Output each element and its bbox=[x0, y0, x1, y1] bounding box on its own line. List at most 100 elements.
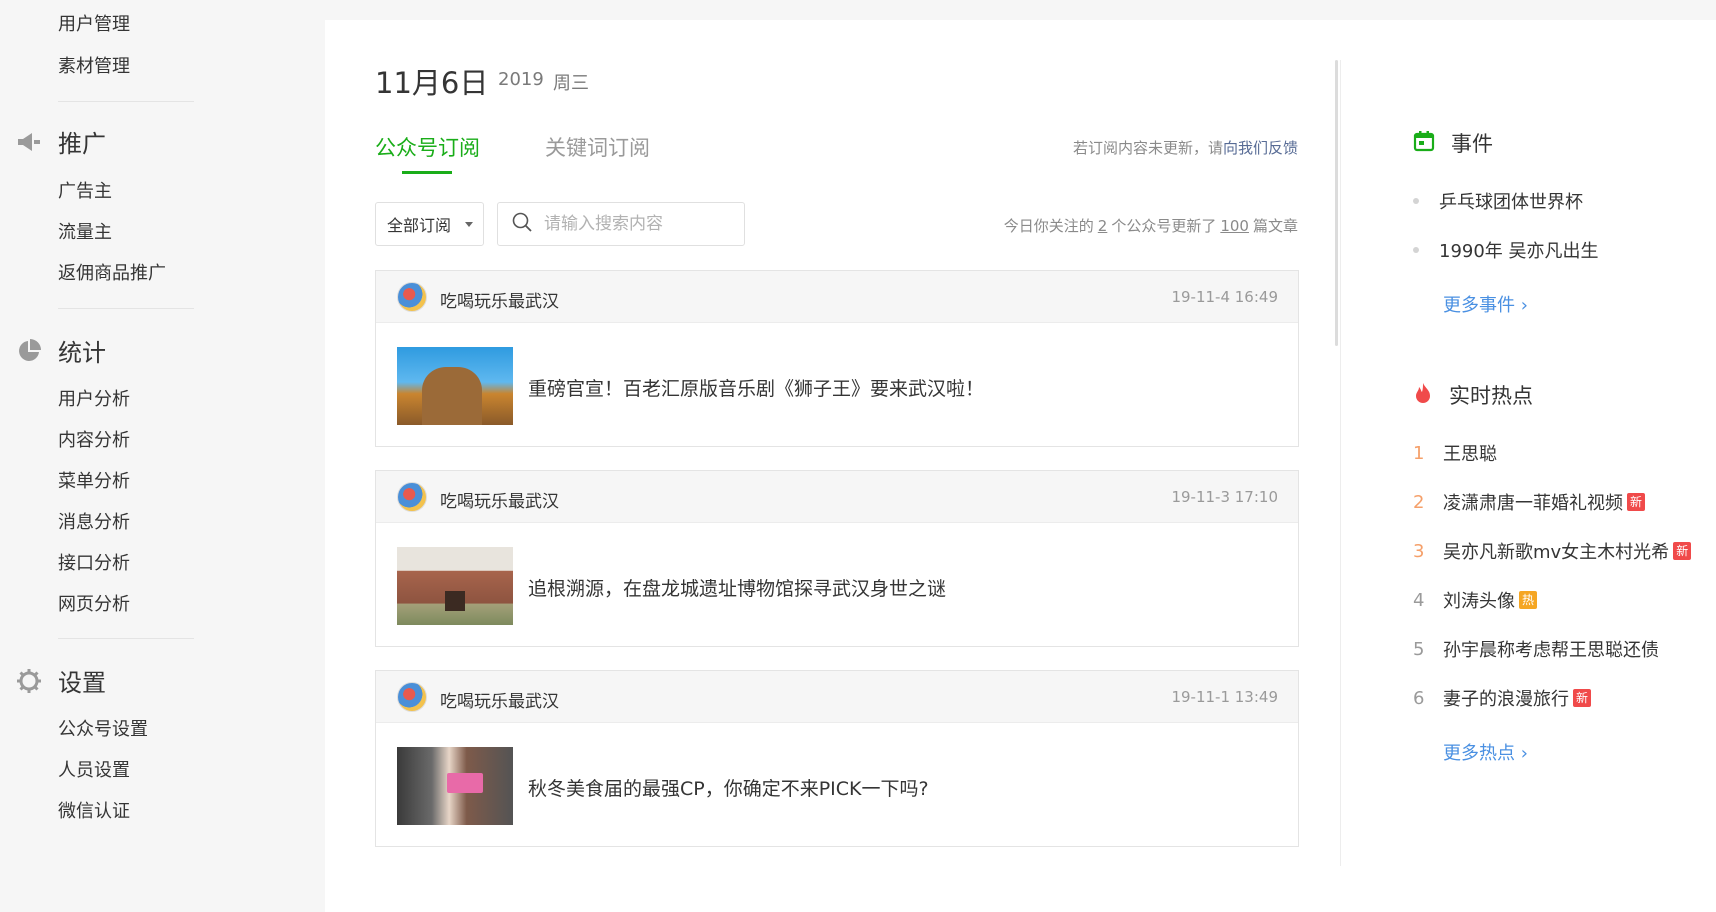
sidebar-divider bbox=[58, 308, 194, 309]
sidebar-item-staff-settings[interactable]: 人员设置 bbox=[58, 756, 130, 782]
events-title: 事件 bbox=[1451, 132, 1493, 156]
hot-topic-text: 吴亦凡新歌mv女主木村光希 bbox=[1443, 542, 1670, 563]
article-author[interactable]: 吃喝玩乐最武汉 bbox=[440, 287, 559, 312]
event-text: 1990年 吴亦凡出生 bbox=[1439, 241, 1599, 262]
sidebar-divider bbox=[58, 638, 194, 639]
account-avatar[interactable] bbox=[397, 482, 427, 512]
feedback-link[interactable]: 向我们反馈 bbox=[1223, 139, 1298, 157]
article-author[interactable]: 吃喝玩乐最武汉 bbox=[440, 687, 559, 712]
article-title[interactable]: 秋冬美食届的最强CP，你确定不来PICK一下吗? bbox=[528, 774, 929, 801]
stats-article-count[interactable]: 100 bbox=[1220, 217, 1249, 235]
feedback-notice: 若订阅内容未更新，请向我们反馈 bbox=[1073, 137, 1298, 158]
sidebar-section-title: 设置 bbox=[58, 669, 106, 697]
article-header: 吃喝玩乐最武汉 19-11-1 13:49 bbox=[376, 671, 1298, 723]
sidebar-section-statistics: 统计 bbox=[16, 333, 106, 368]
sidebar-item-web-analysis[interactable]: 网页分析 bbox=[58, 590, 130, 616]
article-title[interactable]: 重磅官宣！百老汇原版音乐剧《狮子王》要来武汉啦！ bbox=[528, 374, 984, 401]
scrollbar[interactable] bbox=[1335, 60, 1338, 346]
tab-keyword-subscription[interactable]: 关键词订阅 bbox=[545, 132, 650, 162]
megaphone-icon bbox=[16, 129, 42, 155]
hot-topic-item[interactable]: 2 凌潇肃唐一菲婚礼视频 新 bbox=[1413, 489, 1646, 515]
hot-topic-item[interactable]: 5 孙宇晨称考虑帮王思聪还债 bbox=[1413, 636, 1659, 662]
sidebar-item-api-analysis[interactable]: 接口分析 bbox=[58, 549, 130, 575]
article-title[interactable]: 追根溯源，在盘龙城遗址博物馆探寻武汉身世之谜 bbox=[528, 574, 946, 601]
hot-topics-title: 实时热点 bbox=[1449, 384, 1533, 408]
stats-prefix: 今日你关注的 bbox=[1003, 217, 1094, 235]
article-header: 吃喝玩乐最武汉 19-11-4 16:49 bbox=[376, 271, 1298, 323]
sidebar-section-settings: 设置 bbox=[16, 663, 106, 698]
article-thumbnail[interactable] bbox=[397, 347, 513, 425]
hot-topic-item[interactable]: 4 刘涛头像 热 bbox=[1413, 587, 1538, 613]
sidebar: 用户管理 素材管理 推广 广告主 流量主 返佣商品推广 统计 用户分析 内容分析… bbox=[0, 0, 296, 912]
sidebar-section-title: 统计 bbox=[58, 339, 106, 367]
sidebar-item-material-management[interactable]: 素材管理 bbox=[58, 52, 130, 78]
column-divider bbox=[1340, 60, 1341, 866]
hot-topic-text: 刘涛头像 bbox=[1443, 591, 1515, 612]
active-tab-indicator bbox=[402, 171, 452, 174]
sidebar-item-commission[interactable]: 返佣商品推广 bbox=[58, 259, 166, 285]
pie-chart-icon bbox=[16, 338, 42, 364]
sidebar-item-advertiser[interactable]: 广告主 bbox=[58, 177, 112, 203]
bullet-dot bbox=[1413, 198, 1419, 204]
search-icon bbox=[512, 212, 532, 236]
search-box[interactable] bbox=[497, 202, 745, 246]
hot-badge: 热 bbox=[1519, 591, 1538, 609]
sidebar-item-menu-analysis[interactable]: 菜单分析 bbox=[58, 467, 130, 493]
sidebar-item-publisher[interactable]: 流量主 bbox=[58, 218, 112, 244]
more-events-link[interactable]: 更多事件 › bbox=[1443, 291, 1528, 317]
subscription-filter-select[interactable]: 全部订阅 bbox=[375, 202, 484, 246]
hot-rank: 3 bbox=[1413, 540, 1425, 562]
sidebar-item-user-analysis[interactable]: 用户分析 bbox=[58, 385, 130, 411]
sidebar-item-user-management[interactable]: 用户管理 bbox=[58, 10, 130, 36]
hot-topic-text: 孙宇晨称考虑帮王思聪还债 bbox=[1443, 640, 1659, 661]
stats-middle: 个公众号更新了 bbox=[1111, 217, 1217, 235]
events-header: 事件 bbox=[1413, 128, 1493, 158]
sidebar-item-wechat-verification[interactable]: 微信认证 bbox=[58, 797, 130, 823]
sidebar-item-message-analysis[interactable]: 消息分析 bbox=[58, 508, 130, 534]
select-value: 全部订阅 bbox=[387, 216, 452, 235]
hot-topic-item[interactable]: 6 妻子的浪漫旅行 新 bbox=[1413, 685, 1592, 711]
new-badge: 新 bbox=[1627, 493, 1646, 511]
hot-topic-item[interactable]: 1 王思聪 bbox=[1413, 440, 1497, 466]
hot-rank: 2 bbox=[1413, 491, 1425, 513]
hot-rank: 4 bbox=[1413, 589, 1425, 611]
hot-topic-text: 妻子的浪漫旅行 bbox=[1443, 689, 1569, 710]
sidebar-item-account-settings[interactable]: 公众号设置 bbox=[58, 715, 148, 741]
new-badge: 新 bbox=[1673, 542, 1692, 560]
article-time: 19-11-4 16:49 bbox=[1171, 288, 1278, 306]
article-card[interactable]: 吃喝玩乐最武汉 19-11-1 13:49 秋冬美食届的最强CP，你确定不来PI… bbox=[375, 670, 1299, 847]
stats-account-count[interactable]: 2 bbox=[1098, 217, 1108, 235]
sidebar-divider bbox=[58, 101, 194, 102]
article-card[interactable]: 吃喝玩乐最武汉 19-11-4 16:49 重磅官宣！百老汇原版音乐剧《狮子王》… bbox=[375, 270, 1299, 447]
stats-suffix: 篇文章 bbox=[1252, 217, 1298, 235]
article-thumbnail[interactable] bbox=[397, 747, 513, 825]
sidebar-item-content-analysis[interactable]: 内容分析 bbox=[58, 426, 130, 452]
hot-topic-text: 王思聪 bbox=[1443, 444, 1497, 465]
new-badge: 新 bbox=[1573, 689, 1592, 707]
article-author[interactable]: 吃喝玩乐最武汉 bbox=[440, 487, 559, 512]
caret-down-icon bbox=[465, 222, 473, 227]
calendar-icon bbox=[1413, 130, 1435, 156]
sidebar-section-title: 推广 bbox=[58, 130, 106, 158]
hot-topics-header: 实时热点 bbox=[1413, 380, 1533, 410]
article-time: 19-11-1 13:49 bbox=[1171, 688, 1278, 706]
tab-account-subscription[interactable]: 公众号订阅 bbox=[375, 132, 480, 162]
article-time: 19-11-3 17:10 bbox=[1171, 488, 1278, 506]
date-title: 11月6日 bbox=[375, 66, 489, 100]
gear-icon bbox=[16, 668, 42, 694]
account-avatar[interactable] bbox=[397, 282, 427, 312]
event-item[interactable]: 乒乓球团体世界杯 bbox=[1413, 188, 1583, 214]
sidebar-section-promotion: 推广 bbox=[16, 124, 106, 159]
search-input[interactable] bbox=[544, 214, 724, 234]
hot-topic-text: 凌潇肃唐一菲婚礼视频 bbox=[1443, 493, 1623, 514]
hot-topic-item[interactable]: 3 吴亦凡新歌mv女主木村光希 新 bbox=[1413, 538, 1692, 564]
more-hot-topics-link[interactable]: 更多热点 › bbox=[1443, 739, 1528, 765]
event-item[interactable]: 1990年 吴亦凡出生 bbox=[1413, 237, 1599, 263]
article-thumbnail[interactable] bbox=[397, 547, 513, 625]
feedback-text: 若订阅内容未更新，请 bbox=[1072, 139, 1223, 157]
update-stats: 今日你关注的 2 个公众号更新了 100 篇文章 bbox=[1004, 215, 1298, 236]
article-card[interactable]: 吃喝玩乐最武汉 19-11-3 17:10 追根溯源，在盘龙城遗址博物馆探寻武汉… bbox=[375, 470, 1299, 647]
account-avatar[interactable] bbox=[397, 682, 427, 712]
event-text: 乒乓球团体世界杯 bbox=[1439, 192, 1583, 213]
article-header: 吃喝玩乐最武汉 19-11-3 17:10 bbox=[376, 471, 1298, 523]
